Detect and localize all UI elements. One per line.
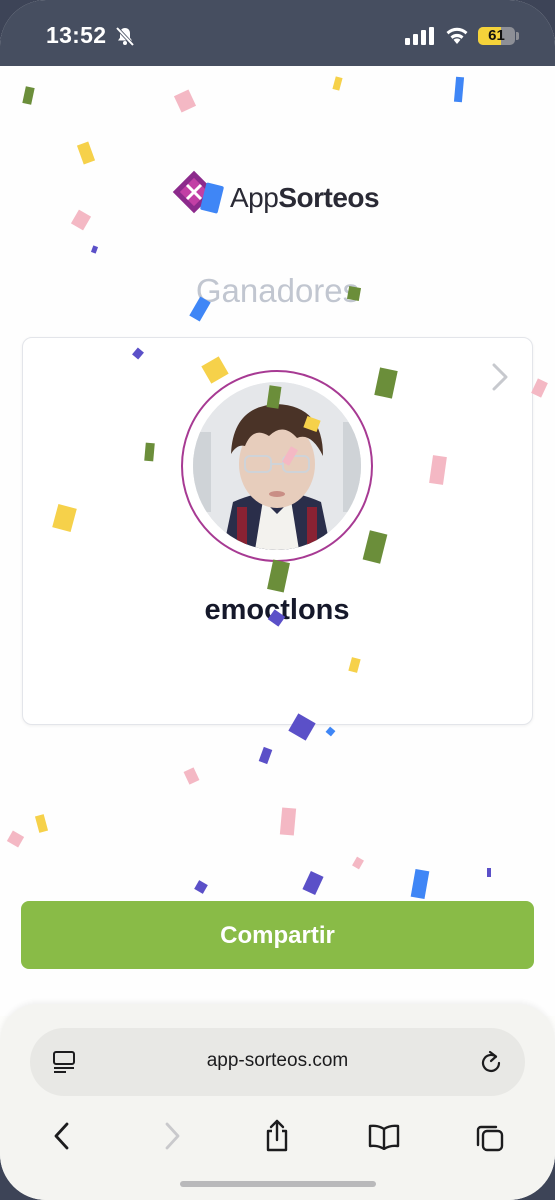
url-text[interactable]: app-sorteos.com xyxy=(30,1050,525,1072)
status-time: 13:52 xyxy=(46,22,107,48)
battery-icon: 61 xyxy=(478,27,515,45)
phone-screen: 13:52 61 AppSorteos Ganadores emoctlons … xyxy=(0,0,555,1200)
tabs-icon[interactable] xyxy=(475,1123,505,1153)
back-icon[interactable] xyxy=(52,1121,72,1151)
battery-cap xyxy=(516,32,519,40)
status-bar: 13:52 61 xyxy=(0,0,555,66)
address-bar[interactable]: app-sorteos.com xyxy=(30,1028,525,1096)
battery-level: 61 xyxy=(488,27,505,44)
confetti-piece xyxy=(144,442,155,462)
bookmarks-icon[interactable] xyxy=(368,1124,400,1150)
home-indicator xyxy=(180,1181,376,1187)
share-button[interactable]: Compartir xyxy=(21,901,534,969)
chevron-right-icon[interactable] xyxy=(490,362,510,392)
bell-muted-icon xyxy=(115,26,135,47)
share-icon[interactable] xyxy=(263,1119,291,1153)
wifi-icon xyxy=(446,27,468,44)
confetti-piece xyxy=(279,807,297,836)
browser-toolbar: app-sorteos.com xyxy=(0,1004,555,1200)
app-logo-text: AppSorteos xyxy=(230,182,380,213)
confetti-piece xyxy=(346,286,362,301)
confetti-piece xyxy=(487,868,491,877)
app-logo[interactable]: AppSorteos xyxy=(170,170,390,224)
page-title: Ganadores xyxy=(195,272,360,309)
reload-icon[interactable] xyxy=(479,1049,503,1075)
app-logo-icon xyxy=(172,170,224,214)
signal-icon xyxy=(405,27,434,45)
forward-icon xyxy=(165,1122,180,1150)
